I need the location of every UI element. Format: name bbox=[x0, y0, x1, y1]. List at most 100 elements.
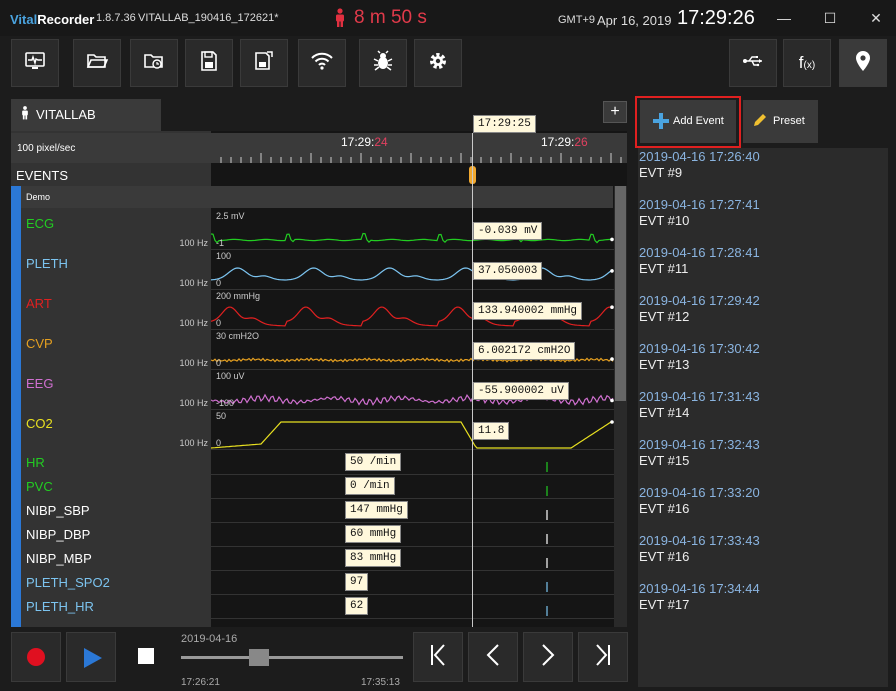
gear-icon bbox=[426, 49, 450, 78]
save-as-icon bbox=[252, 49, 276, 78]
save-as-button[interactable] bbox=[240, 39, 288, 87]
event-time[interactable]: 2019-04-16 17:33:20 bbox=[639, 485, 760, 500]
scale-top: 50 bbox=[216, 411, 227, 421]
save-icon bbox=[197, 49, 221, 78]
debug-button[interactable] bbox=[359, 39, 407, 87]
track-label-pleth[interactable]: PLETH bbox=[26, 256, 68, 271]
cursor-line[interactable] bbox=[472, 133, 473, 627]
playback-slider[interactable] bbox=[181, 656, 403, 659]
location-button[interactable] bbox=[839, 39, 887, 87]
person-icon bbox=[20, 105, 30, 126]
track-label-hr[interactable]: HR bbox=[26, 455, 45, 470]
event-name[interactable]: EVT #10 bbox=[639, 213, 689, 228]
minimize-button[interactable]: — bbox=[764, 0, 804, 36]
go-first-button[interactable] bbox=[413, 632, 463, 682]
scale-top: 2.5 mV bbox=[216, 211, 245, 221]
maximize-button[interactable]: ☐ bbox=[810, 0, 850, 36]
go-last-button[interactable] bbox=[578, 632, 628, 682]
stop-button[interactable] bbox=[121, 632, 171, 682]
add-tab-button[interactable]: + bbox=[603, 101, 627, 123]
group-color-bar bbox=[11, 185, 21, 627]
scale-top: 200 mmHg bbox=[216, 291, 261, 301]
event-time[interactable]: 2019-04-16 17:29:42 bbox=[639, 293, 760, 308]
next-button[interactable] bbox=[523, 632, 573, 682]
play-icon bbox=[84, 648, 102, 673]
track-label-pleth-spo2[interactable]: PLETH_SPO2 bbox=[26, 575, 110, 590]
track-label-cvp[interactable]: CVP bbox=[26, 336, 53, 351]
open-file-button[interactable] bbox=[73, 39, 121, 87]
add-event-button[interactable]: Add Event bbox=[640, 100, 736, 143]
sample-rate: 100 Hz bbox=[179, 358, 208, 368]
track-label-ecg[interactable]: ECG bbox=[26, 216, 54, 231]
settings-button[interactable] bbox=[414, 39, 462, 87]
monitor-icon bbox=[23, 49, 47, 78]
event-name[interactable]: EVT #16 bbox=[639, 501, 689, 516]
event-name[interactable]: EVT #15 bbox=[639, 453, 689, 468]
preset-button[interactable]: Preset bbox=[743, 100, 818, 143]
usb-button[interactable] bbox=[729, 39, 777, 87]
app-version: 1.8.7.36 bbox=[96, 12, 136, 24]
brand-vital: Vital bbox=[10, 12, 38, 27]
event-time[interactable]: 2019-04-16 17:31:43 bbox=[639, 389, 760, 404]
cursor-time: 17:29:25 bbox=[473, 115, 536, 133]
track-label-nibp-sbp[interactable]: NIBP_SBP bbox=[26, 503, 90, 518]
track-label-nibp-mbp[interactable]: NIBP_MBP bbox=[26, 551, 92, 566]
event-time[interactable]: 2019-04-16 17:30:42 bbox=[639, 341, 760, 356]
tab-vitallab[interactable]: VITALLAB bbox=[11, 99, 161, 131]
clock-time: 17:29:26 bbox=[677, 7, 755, 29]
track-label-nibp-dbp[interactable]: NIBP_DBP bbox=[26, 527, 90, 542]
event-time[interactable]: 2019-04-16 17:32:43 bbox=[639, 437, 760, 452]
record-button[interactable] bbox=[11, 632, 61, 682]
save-button[interactable] bbox=[185, 39, 233, 87]
scale-bottom: -1 bbox=[216, 238, 225, 248]
event-time[interactable]: 2019-04-16 17:33:43 bbox=[639, 533, 760, 548]
playback-end: 17:35:13 bbox=[361, 677, 400, 688]
value-box-pleth: 37.050003 bbox=[473, 262, 543, 280]
chevron-left-icon bbox=[486, 643, 500, 671]
monitor-button[interactable] bbox=[11, 39, 59, 87]
file-name: VITALLAB_190416_172621* bbox=[138, 12, 279, 24]
event-name[interactable]: EVT #16 bbox=[639, 549, 689, 564]
skip-start-icon bbox=[429, 643, 447, 671]
track-label-pvc[interactable]: PVC bbox=[26, 479, 53, 494]
waveform-canvas bbox=[211, 232, 615, 450]
event-time[interactable]: 2019-04-16 17:26:40 bbox=[639, 149, 760, 164]
function-button[interactable]: f(x) bbox=[783, 39, 831, 87]
numeric-value-pvc: 0 /min bbox=[345, 477, 395, 495]
clock-date: Apr 16, 2019 bbox=[597, 13, 672, 28]
track-label-eeg[interactable]: EEG bbox=[26, 376, 53, 391]
event-name[interactable]: EVT #13 bbox=[639, 357, 689, 372]
previous-button[interactable] bbox=[468, 632, 518, 682]
close-button[interactable]: ✕ bbox=[856, 0, 896, 36]
tick-label-2: 17:29:26 bbox=[541, 135, 588, 149]
value-box-eeg: -55.900002 uV bbox=[473, 382, 569, 400]
event-name[interactable]: EVT #9 bbox=[639, 165, 682, 180]
event-time[interactable]: 2019-04-16 17:34:44 bbox=[639, 581, 760, 596]
scale-top: 100 uV bbox=[216, 371, 245, 381]
scale-bottom: -100 bbox=[216, 398, 235, 408]
usb-icon bbox=[741, 49, 765, 78]
event-name[interactable]: EVT #14 bbox=[639, 405, 689, 420]
sample-rate: 100 Hz bbox=[179, 238, 208, 248]
event-time[interactable]: 2019-04-16 17:27:41 bbox=[639, 197, 760, 212]
numeric-value-hr: 50 /min bbox=[345, 453, 402, 471]
track-scrollbar[interactable] bbox=[614, 186, 627, 627]
track-label-pleth-hr[interactable]: PLETH_HR bbox=[26, 599, 94, 614]
scale-bottom: 0 bbox=[216, 278, 222, 288]
track-label-art[interactable]: ART bbox=[26, 296, 52, 311]
slider-thumb[interactable] bbox=[249, 649, 269, 666]
event-name[interactable]: EVT #12 bbox=[639, 309, 689, 324]
event-time[interactable]: 2019-04-16 17:28:41 bbox=[639, 245, 760, 260]
event-name[interactable]: EVT #11 bbox=[639, 261, 688, 276]
value-box-ecg: -0.039 mV bbox=[473, 222, 543, 240]
play-button[interactable] bbox=[66, 632, 116, 682]
track-label-co2[interactable]: CO2 bbox=[26, 416, 53, 431]
event-name[interactable]: EVT #17 bbox=[639, 597, 689, 612]
network-button[interactable] bbox=[298, 39, 346, 87]
open-recent-button[interactable] bbox=[130, 39, 178, 87]
numeric-value-nibp-dbp: 60 mmHg bbox=[345, 525, 402, 543]
playback-start: 17:26:21 bbox=[181, 677, 220, 688]
events-label: EVENTS bbox=[16, 168, 69, 183]
scrollbar-thumb[interactable] bbox=[615, 186, 626, 401]
recording-time: 8 m 50 s bbox=[354, 7, 427, 28]
